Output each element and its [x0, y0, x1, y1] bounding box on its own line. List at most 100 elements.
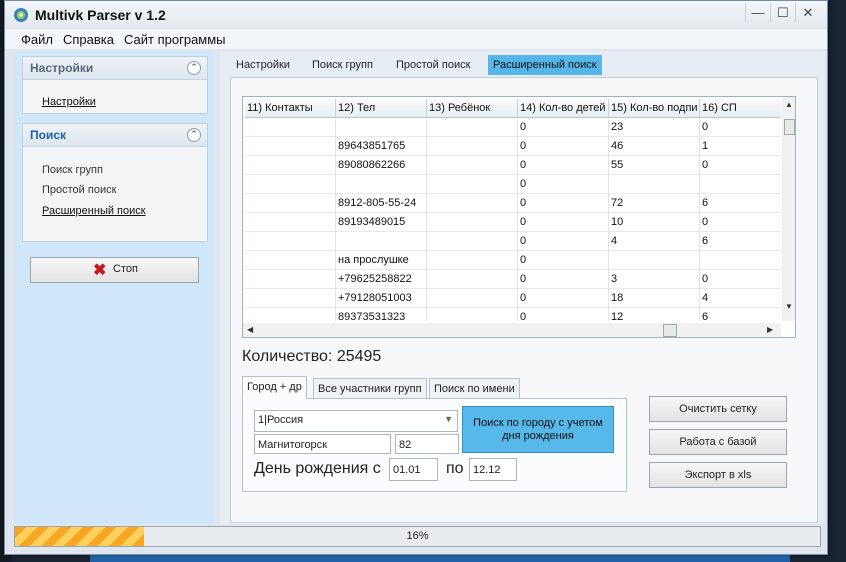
table-cell[interactable]: 0 [700, 118, 781, 137]
table-cell[interactable]: 0 [518, 270, 609, 289]
collapse-up-icon[interactable]: ⌃ [187, 128, 201, 142]
scroll-down-icon[interactable]: ▼ [785, 302, 793, 311]
subtab-search-by-name[interactable]: Поиск по имени [429, 378, 520, 400]
tab-advanced-search[interactable]: Расширенный поиск [488, 55, 602, 75]
birthday-from-field[interactable]: 01.01 [389, 458, 438, 481]
column-header[interactable]: 11) Контакты [245, 99, 336, 118]
search-panel-header[interactable]: Поиск ⌃ [23, 124, 207, 147]
table-cell[interactable] [427, 213, 518, 232]
table-cell[interactable]: 55 [609, 156, 700, 175]
table-cell[interactable] [427, 175, 518, 194]
table-cell[interactable]: 3 [609, 270, 700, 289]
database-button[interactable]: Работа с базой [649, 429, 787, 455]
column-header[interactable]: 13) Ребёнок [427, 99, 518, 118]
search-by-city-birthday-button[interactable]: Поиск по городу с учетом дня рождения [462, 406, 614, 453]
city-field[interactable]: Магнитогорск [254, 434, 391, 454]
table-cell[interactable] [609, 251, 700, 270]
horizontal-scrollbar[interactable]: ◀ ▶ [243, 323, 781, 337]
table-cell[interactable] [245, 232, 336, 251]
tab-settings[interactable]: Настройки [231, 55, 295, 75]
table-cell[interactable]: 0 [518, 137, 609, 156]
table-cell[interactable] [245, 270, 336, 289]
sidebar-item-advanced-search[interactable]: Расширенный поиск [42, 205, 146, 217]
table-cell[interactable]: 0 [518, 308, 609, 321]
city-id-field[interactable]: 82 [395, 434, 459, 454]
clear-grid-button[interactable]: Очистить сетку [649, 396, 787, 422]
table-cell[interactable] [427, 232, 518, 251]
table-cell[interactable]: 72 [609, 194, 700, 213]
subtab-city-birthday[interactable]: Город + др [242, 376, 307, 400]
column-header[interactable]: 12) Тел [336, 99, 427, 118]
column-header[interactable]: 15) Кол-во подпи [609, 99, 700, 118]
table-cell[interactable] [427, 137, 518, 156]
table-cell[interactable]: 46 [609, 137, 700, 156]
table-cell[interactable]: 89373531323 [336, 308, 427, 321]
table-cell[interactable]: на прослушке [336, 251, 427, 270]
tab-group-search[interactable]: Поиск групп [307, 55, 378, 75]
table-cell[interactable] [245, 175, 336, 194]
table-cell[interactable]: 0 [518, 175, 609, 194]
table-row[interactable]: 0 23 0 [245, 118, 781, 137]
table-cell[interactable]: 10 [609, 213, 700, 232]
minimize-button[interactable]: — [745, 3, 770, 22]
table-row[interactable]: 8912-805-55-24 0 72 6 [245, 194, 781, 213]
table-cell[interactable] [245, 251, 336, 270]
table-cell[interactable]: 0 [518, 232, 609, 251]
menu-website[interactable]: Сайт программы [124, 32, 226, 47]
table-cell[interactable] [427, 156, 518, 175]
table-cell[interactable]: 6 [700, 194, 781, 213]
table-cell[interactable] [427, 194, 518, 213]
table-cell[interactable]: 12 [609, 308, 700, 321]
table-cell[interactable]: +79625258822 [336, 270, 427, 289]
table-cell[interactable]: 4 [700, 289, 781, 308]
table-row[interactable]: 89373531323 0 12 6 [245, 308, 781, 321]
table-cell[interactable] [336, 232, 427, 251]
maximize-button[interactable]: ☐ [770, 3, 795, 22]
column-header[interactable]: 14) Кол-во детей [518, 99, 609, 118]
table-row[interactable]: 89080862266 0 55 0 [245, 156, 781, 175]
scroll-thumb[interactable] [784, 119, 795, 135]
table-cell[interactable]: 89080862266 [336, 156, 427, 175]
table-cell[interactable]: 4 [609, 232, 700, 251]
scroll-thumb[interactable] [663, 324, 677, 337]
chevron-down-icon[interactable]: ▼ [444, 414, 453, 424]
table-cell[interactable]: 0 [518, 194, 609, 213]
table-cell[interactable] [700, 175, 781, 194]
table-cell[interactable] [336, 118, 427, 137]
column-header[interactable]: 16) СП [700, 99, 781, 118]
table-row[interactable]: на прослушке 0 [245, 251, 781, 270]
table-cell[interactable] [245, 213, 336, 232]
table-cell[interactable] [609, 175, 700, 194]
table-cell[interactable]: 0 [700, 213, 781, 232]
table-cell[interactable] [245, 289, 336, 308]
birthday-to-field[interactable]: 12.12 [469, 458, 517, 481]
vertical-scrollbar[interactable]: ▲ ▼ [782, 97, 795, 321]
table-cell[interactable]: 89643851765 [336, 137, 427, 156]
table-cell[interactable] [245, 118, 336, 137]
stop-button[interactable]: ✖ Стоп [30, 257, 199, 283]
table-cell[interactable]: 6 [700, 232, 781, 251]
collapse-up-icon[interactable]: ⌃ [187, 61, 201, 75]
table-cell[interactable] [336, 175, 427, 194]
table-row[interactable]: +79625258822 0 3 0 [245, 270, 781, 289]
table-cell[interactable]: 23 [609, 118, 700, 137]
table-cell[interactable]: 0 [700, 156, 781, 175]
table-cell[interactable] [245, 308, 336, 321]
sidebar-item-group-search[interactable]: Поиск групп [42, 164, 103, 176]
table-cell[interactable] [427, 118, 518, 137]
table-cell[interactable]: 0 [518, 213, 609, 232]
table-cell[interactable]: 0 [518, 251, 609, 270]
table-cell[interactable]: 1 [700, 137, 781, 156]
table-cell[interactable] [245, 137, 336, 156]
table-cell[interactable]: 8912-805-55-24 [336, 194, 427, 213]
settings-panel-header[interactable]: Настройки ⌃ [23, 57, 207, 80]
table-cell[interactable]: 0 [518, 156, 609, 175]
subtab-all-group-members[interactable]: Все участники групп [313, 378, 427, 400]
table-row[interactable]: +79128051003 0 18 4 [245, 289, 781, 308]
tab-simple-search[interactable]: Простой поиск [391, 55, 475, 75]
table-row[interactable]: 89193489015 0 10 0 [245, 213, 781, 232]
table-cell[interactable]: 89193489015 [336, 213, 427, 232]
table-cell[interactable] [427, 289, 518, 308]
export-xls-button[interactable]: Экспорт в xls [649, 462, 787, 488]
table-cell[interactable]: 0 [700, 270, 781, 289]
